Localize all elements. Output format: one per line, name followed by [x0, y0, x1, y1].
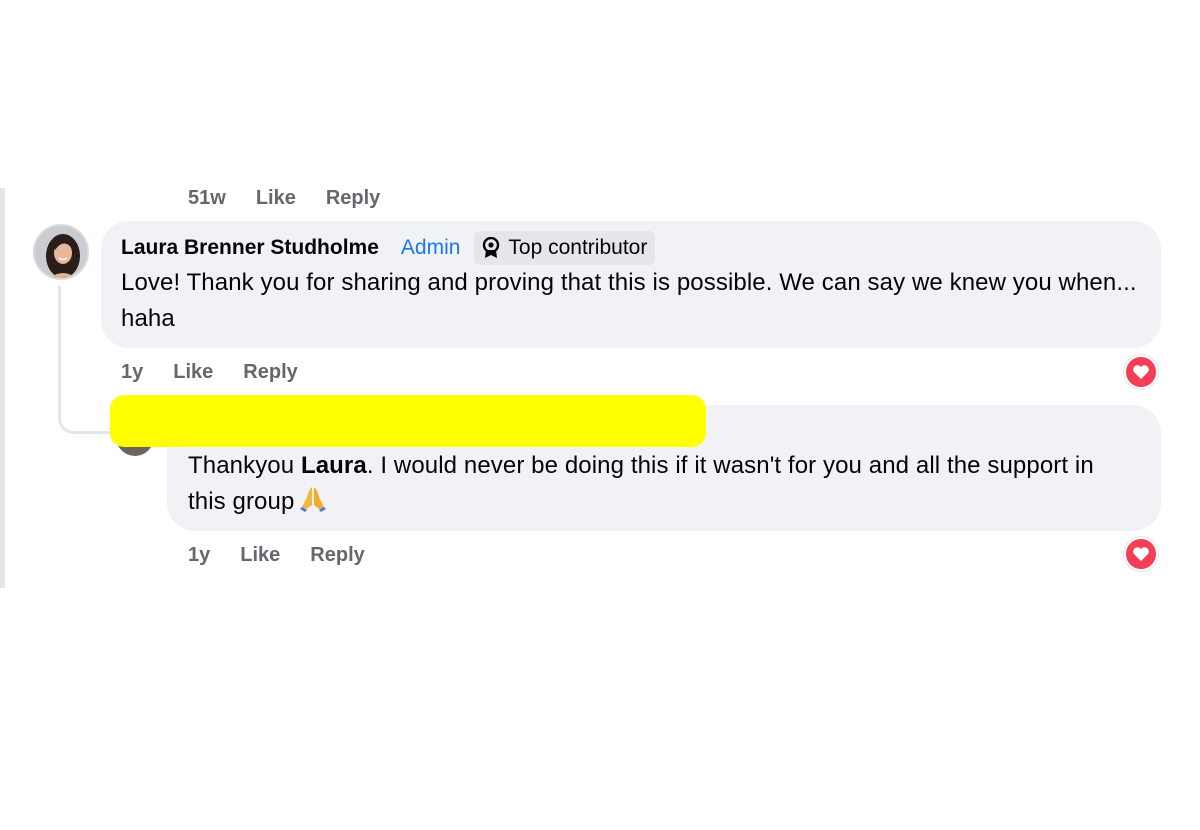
- reply-button[interactable]: Reply: [326, 187, 380, 210]
- like-button[interactable]: Like: [240, 544, 280, 567]
- comment-actions: 1y Like Reply: [121, 361, 298, 384]
- like-button[interactable]: Like: [256, 187, 296, 210]
- comment-header: Laura Brenner Studholme Admin Top contri…: [121, 231, 1141, 265]
- love-reaction[interactable]: [1124, 537, 1158, 571]
- reply-button[interactable]: Reply: [310, 544, 364, 567]
- mention-link[interactable]: Laura: [301, 452, 367, 479]
- avatar[interactable]: [33, 224, 89, 280]
- previous-comment-actions: 51w Like Reply: [188, 187, 380, 210]
- author-name[interactable]: Laura Brenner Studholme: [121, 236, 379, 260]
- redacted-author-name: [110, 395, 706, 447]
- reply-text: Thankyou Laura. I would never be doing t…: [188, 448, 1138, 524]
- love-icon: [1133, 547, 1149, 561]
- timestamp[interactable]: 51w: [188, 187, 226, 210]
- folded-hands-icon: [298, 485, 328, 524]
- comment-bubble: Laura Brenner Studholme Admin Top contri…: [101, 221, 1161, 348]
- admin-badge: Admin: [400, 236, 461, 259]
- badge-icon: [483, 237, 500, 258]
- comment-text: Love! Thank you for sharing and proving …: [121, 269, 1137, 332]
- profile-photo-icon: [35, 226, 87, 278]
- love-icon: [1133, 365, 1149, 379]
- top-contributor-label: Top contributor: [508, 236, 648, 259]
- love-reaction[interactable]: [1124, 355, 1158, 389]
- reply-button[interactable]: Reply: [243, 361, 297, 384]
- page-edge-divider: [0, 188, 5, 588]
- like-button[interactable]: Like: [173, 361, 213, 384]
- reply-text-start: Thankyou: [188, 452, 301, 479]
- timestamp[interactable]: 1y: [121, 361, 143, 384]
- timestamp[interactable]: 1y: [188, 544, 210, 567]
- top-contributor-badge[interactable]: Top contributor: [474, 231, 656, 265]
- reply-actions: 1y Like Reply: [188, 544, 365, 567]
